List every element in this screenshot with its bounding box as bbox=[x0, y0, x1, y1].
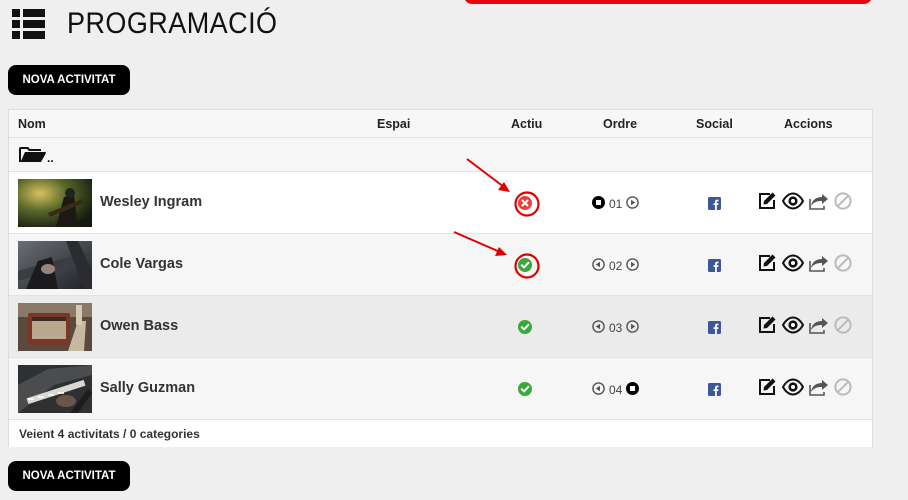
check-circle-icon[interactable] bbox=[518, 382, 532, 396]
results-count: Veient 4 activitats / 0 categories bbox=[19, 427, 200, 441]
order-number: 01 bbox=[609, 197, 623, 211]
facebook-icon[interactable] bbox=[708, 321, 721, 334]
share-icon[interactable] bbox=[809, 316, 829, 339]
play-circle-icon[interactable] bbox=[592, 258, 605, 274]
column-header-space[interactable]: Espai bbox=[377, 117, 410, 131]
activity-name[interactable]: Owen Bass bbox=[100, 318, 178, 334]
folder-open-icon[interactable]: .. bbox=[19, 146, 54, 165]
order-number: 02 bbox=[609, 259, 623, 273]
order-control: 01 bbox=[592, 196, 640, 212]
view-icon[interactable] bbox=[781, 192, 805, 215]
stop-circle-icon bbox=[592, 196, 605, 212]
facebook-icon[interactable] bbox=[708, 383, 721, 396]
facebook-icon[interactable] bbox=[708, 197, 721, 210]
play-circle-icon[interactable] bbox=[626, 258, 640, 274]
annotation-arrow bbox=[466, 158, 510, 192]
facebook-icon[interactable] bbox=[708, 259, 721, 272]
play-circle-icon[interactable] bbox=[592, 320, 605, 336]
page-title: PROGRAMACIÓ bbox=[67, 7, 278, 40]
edit-icon[interactable] bbox=[757, 191, 777, 216]
order-number: 03 bbox=[609, 321, 623, 335]
play-circle-icon[interactable] bbox=[626, 320, 640, 336]
disable-icon[interactable] bbox=[834, 192, 852, 215]
activity-name[interactable]: Wesley Ingram bbox=[100, 194, 202, 210]
table-header: Nom Espai Actiu Ordre Social Accions bbox=[9, 110, 872, 138]
order-number: 04 bbox=[609, 383, 623, 397]
check-circle-icon[interactable] bbox=[518, 320, 532, 334]
page-header: PROGRAMACIÓ bbox=[12, 6, 301, 42]
edit-icon[interactable] bbox=[757, 253, 777, 278]
column-header-actions: Accions bbox=[784, 117, 833, 131]
row-actions bbox=[757, 253, 852, 278]
new-activity-button-bottom[interactable]: NOVA ACTIVITAT bbox=[8, 461, 130, 491]
column-header-social: Social bbox=[696, 117, 733, 131]
new-activity-button[interactable]: NOVA ACTIVITAT bbox=[8, 65, 130, 95]
annotation-circle bbox=[514, 191, 540, 217]
order-control: 04 bbox=[592, 382, 640, 398]
disable-icon[interactable] bbox=[834, 378, 852, 401]
table-row: Sally Guzman 04 bbox=[9, 358, 872, 420]
disable-icon[interactable] bbox=[834, 316, 852, 339]
view-icon[interactable] bbox=[781, 316, 805, 339]
row-actions bbox=[757, 377, 852, 402]
column-header-active[interactable]: Actiu bbox=[511, 117, 542, 131]
share-icon[interactable] bbox=[809, 192, 829, 215]
stop-circle-icon bbox=[626, 382, 640, 398]
activity-thumbnail bbox=[18, 241, 92, 289]
order-control: 03 bbox=[592, 320, 640, 336]
list-icon bbox=[12, 9, 45, 39]
annotation-arrow bbox=[453, 231, 507, 256]
share-icon[interactable] bbox=[809, 254, 829, 277]
top-accent-bar bbox=[464, 0, 872, 4]
edit-icon[interactable] bbox=[757, 315, 777, 340]
activity-thumbnail bbox=[18, 303, 92, 351]
column-header-name[interactable]: Nom bbox=[18, 117, 46, 131]
play-circle-icon[interactable] bbox=[626, 196, 640, 212]
disable-icon[interactable] bbox=[834, 254, 852, 277]
order-control: 02 bbox=[592, 258, 640, 274]
edit-icon[interactable] bbox=[757, 377, 777, 402]
column-header-order[interactable]: Ordre bbox=[603, 117, 637, 131]
share-icon[interactable] bbox=[809, 378, 829, 401]
annotation-overlay bbox=[453, 158, 540, 279]
activity-thumbnail bbox=[18, 365, 92, 413]
activity-name[interactable]: Sally Guzman bbox=[100, 380, 195, 396]
table-row: Owen Bass 03 bbox=[9, 296, 872, 358]
table-footer: Veient 4 activitats / 0 categories bbox=[9, 420, 872, 447]
annotation-circle bbox=[514, 253, 540, 279]
view-icon[interactable] bbox=[781, 254, 805, 277]
play-circle-icon[interactable] bbox=[592, 382, 605, 398]
activity-thumbnail bbox=[18, 179, 92, 227]
activity-name[interactable]: Cole Vargas bbox=[100, 256, 183, 272]
folder-up-label: .. bbox=[47, 151, 54, 165]
row-actions bbox=[757, 315, 852, 340]
row-actions bbox=[757, 191, 852, 216]
view-icon[interactable] bbox=[781, 378, 805, 401]
